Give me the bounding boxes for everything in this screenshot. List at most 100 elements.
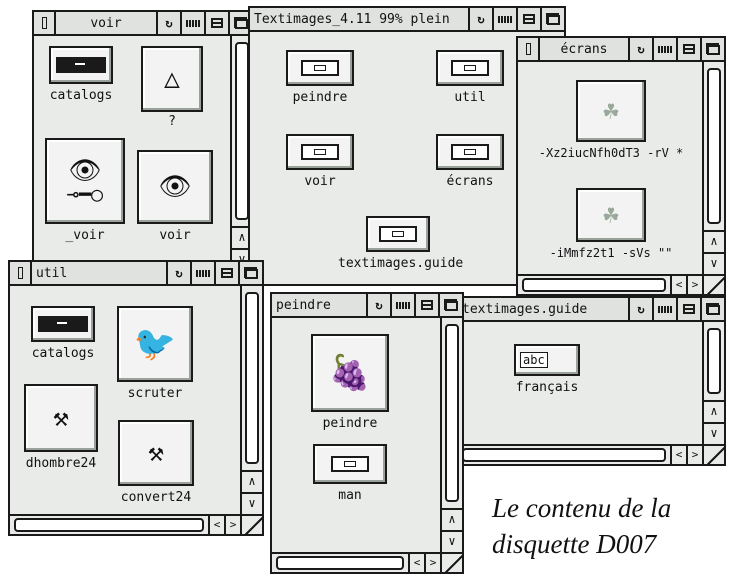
horizontal-scrollbar[interactable]: < > <box>518 274 702 294</box>
scroll-left-icon[interactable]: < <box>408 554 424 572</box>
scroll-track[interactable] <box>462 448 666 462</box>
refresh-icon[interactable]: ↻ <box>166 262 190 284</box>
horizontal-scrollbar[interactable]: < > <box>10 514 240 534</box>
depth-icon[interactable] <box>438 294 462 316</box>
scroll-track[interactable] <box>522 278 666 292</box>
zoom-icon[interactable] <box>676 298 700 320</box>
resize-handle-icon[interactable] <box>702 274 724 294</box>
scroll-down-icon[interactable]: ∨ <box>704 252 724 274</box>
horizontal-scrollbar[interactable]: < > <box>272 552 440 572</box>
zoom-icon[interactable] <box>214 262 238 284</box>
drawer-textimages-guide[interactable]: textimages.guide <box>338 216 463 271</box>
icon-label: écrans <box>446 174 494 189</box>
icon-ecran-1[interactable]: ☘ -Xz2iucNfh0dT3 -rV * <box>522 80 700 160</box>
icon-ecran-2[interactable]: ☘ -iMmfz2t1 -sVs "" <box>522 188 700 260</box>
resize-handle-icon[interactable] <box>240 514 262 534</box>
icon-question[interactable]: △ ? <box>136 46 208 129</box>
vertical-scrollbar[interactable]: ∧ ∨ <box>240 286 262 514</box>
drawer-icon <box>331 456 369 472</box>
refresh-icon[interactable]: ↻ <box>628 298 652 320</box>
icon-voir-key[interactable]: 👁 ⊸━○ _voir <box>42 138 128 243</box>
icon-voir[interactable]: 👁 voir <box>134 150 216 243</box>
refresh-icon[interactable]: ↻ <box>366 294 390 316</box>
window-textimages-guide[interactable]: textimages.guide ↻ ∧ ∨ < > abc français <box>456 296 726 466</box>
scroll-right-icon[interactable]: > <box>686 446 702 464</box>
zoom-icon[interactable] <box>204 12 228 34</box>
window-util-titlebar[interactable]: util ↻ <box>10 262 262 286</box>
icon-scruter[interactable]: 🐦 scruter <box>114 306 196 401</box>
zoom-icon[interactable] <box>676 38 700 60</box>
snapshot-icon[interactable] <box>652 298 676 320</box>
scroll-left-icon[interactable]: < <box>208 516 224 534</box>
icon-dhombre24[interactable]: ⚒ dhombre24 <box>16 384 106 471</box>
zoom-icon[interactable] <box>414 294 438 316</box>
snapshot-icon[interactable] <box>390 294 414 316</box>
drawer-man[interactable]: man <box>298 444 402 503</box>
icon-peindre[interactable]: 🍇 peindre <box>300 334 400 431</box>
icon-catalogs[interactable]: catalogs <box>24 306 102 361</box>
window-guide-titlebar[interactable]: textimages.guide ↻ <box>458 298 724 322</box>
refresh-icon[interactable]: ↻ <box>156 12 180 34</box>
vertical-scrollbar[interactable]: ∧ ∨ <box>702 322 724 444</box>
vertical-scrollbar[interactable]: ∧ ∨ <box>440 318 462 552</box>
close-icon[interactable] <box>10 262 32 284</box>
resize-handle-icon[interactable] <box>702 444 724 464</box>
scroll-left-icon[interactable]: < <box>670 276 686 294</box>
window-peindre[interactable]: peindre ↻ ∧ ∨ < > 🍇 peindre man <box>270 292 464 574</box>
window-voir-titlebar[interactable]: voir ↻ <box>34 12 252 36</box>
refresh-icon[interactable]: ↻ <box>628 38 652 60</box>
drawer-icon <box>451 144 489 160</box>
drawer-voir[interactable]: voir <box>280 134 360 189</box>
scroll-track[interactable] <box>245 292 259 464</box>
depth-icon[interactable] <box>700 298 724 320</box>
eye-icon: 👁 <box>68 156 102 186</box>
close-icon[interactable] <box>34 12 56 34</box>
depth-icon[interactable] <box>540 8 564 30</box>
window-textimages-titlebar[interactable]: Textimages_4.11 99% plein ↻ <box>250 8 564 32</box>
snapshot-icon[interactable] <box>180 12 204 34</box>
scroll-track[interactable] <box>445 324 459 502</box>
scroll-track[interactable] <box>707 68 721 224</box>
zoom-icon[interactable] <box>516 8 540 30</box>
scroll-track[interactable] <box>235 42 249 220</box>
scroll-up-icon[interactable]: ∧ <box>442 508 462 530</box>
scroll-right-icon[interactable]: > <box>224 516 240 534</box>
window-ecrans[interactable]: écrans ↻ ∧ ∨ < > ☘ -Xz2iucNfh0dT3 -rV * … <box>516 36 726 296</box>
window-ecrans-titlebar[interactable]: écrans ↻ <box>518 38 724 62</box>
vertical-scrollbar[interactable]: ∧ ∨ <box>702 62 724 274</box>
scroll-down-icon[interactable]: ∨ <box>442 530 462 552</box>
scroll-right-icon[interactable]: > <box>424 554 440 572</box>
resize-handle-icon[interactable] <box>440 552 462 572</box>
scroll-right-icon[interactable]: > <box>686 276 702 294</box>
drawer-peindre[interactable]: peindre <box>280 50 360 105</box>
scroll-left-icon[interactable]: < <box>670 446 686 464</box>
scroll-down-icon[interactable]: ∨ <box>242 492 262 514</box>
drawer-icon <box>56 57 106 73</box>
scroll-up-icon[interactable]: ∧ <box>704 400 724 422</box>
window-util[interactable]: util ↻ ∧ ∨ < > catalogs 🐦 scruter ⚒ dhom… <box>8 260 264 536</box>
depth-icon[interactable] <box>700 38 724 60</box>
window-peindre-titlebar[interactable]: peindre ↻ <box>272 294 462 318</box>
snapshot-icon[interactable] <box>492 8 516 30</box>
close-icon[interactable] <box>518 38 540 60</box>
icon-label: peindre <box>292 90 348 105</box>
scroll-down-icon[interactable]: ∨ <box>704 422 724 444</box>
scroll-up-icon[interactable]: ∧ <box>242 470 262 492</box>
snapshot-icon[interactable] <box>652 38 676 60</box>
icon-francais[interactable]: abc français <box>502 344 592 395</box>
refresh-icon[interactable]: ↻ <box>468 8 492 30</box>
scroll-track[interactable] <box>276 556 404 570</box>
scroll-track[interactable] <box>707 328 721 394</box>
icon-label: peindre <box>322 416 378 431</box>
icon-catalogs[interactable]: catalogs <box>42 46 120 103</box>
drawer-ecrans[interactable]: écrans <box>430 134 510 189</box>
depth-icon[interactable] <box>238 262 262 284</box>
snapshot-icon[interactable] <box>190 262 214 284</box>
icon-convert24[interactable]: ⚒ convert24 <box>114 420 198 505</box>
scroll-track[interactable] <box>14 518 204 532</box>
drawer-util[interactable]: util <box>430 50 510 105</box>
scroll-up-icon[interactable]: ∧ <box>704 230 724 252</box>
horizontal-scrollbar[interactable]: < > <box>458 444 702 464</box>
window-voir[interactable]: voir ↻ ∧ ∨ catalogs △ ? 👁 ⊸━○ _voir 👁 vo… <box>32 10 254 272</box>
eye-icon: 👁 <box>158 172 192 202</box>
